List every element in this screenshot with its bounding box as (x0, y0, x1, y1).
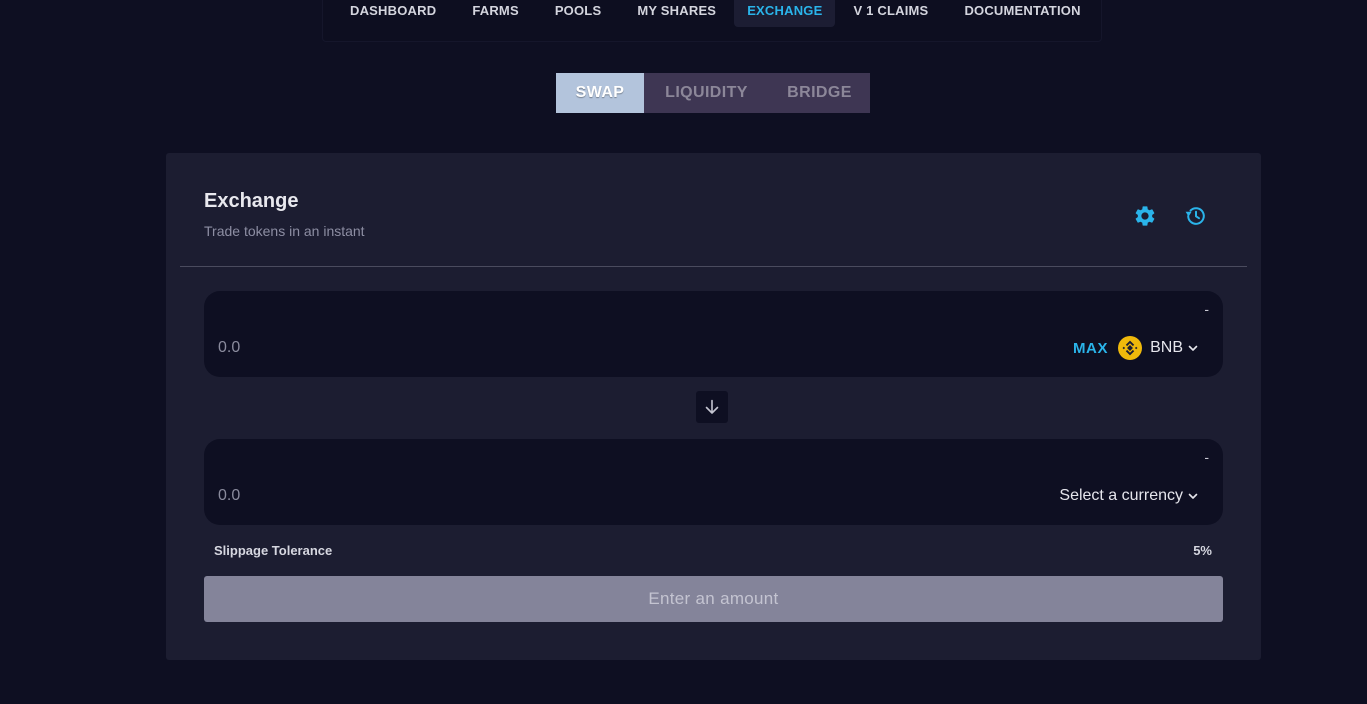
nav-v1-claims[interactable]: V 1 CLAIMS (835, 0, 946, 27)
nav-exchange[interactable]: EXCHANGE (734, 0, 836, 27)
swap-direction-button[interactable] (696, 391, 728, 423)
tab-bridge[interactable]: BRIDGE (769, 73, 870, 113)
to-amount-input[interactable]: 0.0 (218, 487, 240, 505)
nav-pools[interactable]: POOLS (537, 0, 620, 27)
exchange-card: Exchange Trade tokens in an instant - 0.… (166, 153, 1261, 660)
select-currency-label: Select a currency (1059, 487, 1183, 504)
history-icon[interactable] (1183, 203, 1209, 229)
chevron-down-icon (1187, 342, 1199, 354)
slippage-row: Slippage Tolerance 5% (214, 543, 1212, 558)
enter-amount-button[interactable]: Enter an amount (204, 576, 1223, 622)
tab-swap[interactable]: SWAP (556, 73, 644, 113)
from-token-select[interactable]: BNB (1118, 336, 1199, 360)
header-divider (180, 266, 1247, 267)
top-nav: DASHBOARD FARMS POOLS MY SHARES EXCHANGE… (322, 0, 1102, 42)
nav-my-shares[interactable]: MY SHARES (619, 0, 734, 27)
slippage-value: 5% (1193, 543, 1212, 558)
card-subtitle: Trade tokens in an instant (204, 223, 365, 239)
card-title: Exchange (204, 190, 299, 212)
nav-documentation[interactable]: DOCUMENTATION (946, 0, 1098, 27)
to-token-panel: - 0.0 Select a currency (204, 439, 1223, 525)
gear-icon[interactable] (1132, 203, 1158, 229)
from-balance: - (1204, 301, 1209, 317)
from-controls: MAX BNB (1073, 335, 1199, 361)
arrow-down-icon (703, 398, 721, 416)
nav-dashboard[interactable]: DASHBOARD (332, 0, 454, 27)
to-controls: Select a currency (1059, 483, 1199, 509)
to-balance: - (1204, 449, 1209, 465)
max-button[interactable]: MAX (1073, 340, 1108, 357)
select-currency-button[interactable]: Select a currency (1059, 487, 1199, 505)
from-token-label: BNB (1150, 339, 1183, 356)
slippage-label: Slippage Tolerance (214, 543, 333, 558)
from-amount-input[interactable]: 0.0 (218, 339, 240, 357)
nav-farms[interactable]: FARMS (454, 0, 537, 27)
chevron-down-icon (1187, 490, 1199, 502)
bnb-logo-icon (1118, 336, 1143, 360)
exchange-sub-tabs: SWAP LIQUIDITY BRIDGE (556, 73, 870, 113)
tab-liquidity[interactable]: LIQUIDITY (644, 73, 769, 113)
from-token-panel: - 0.0 MAX BNB (204, 291, 1223, 377)
